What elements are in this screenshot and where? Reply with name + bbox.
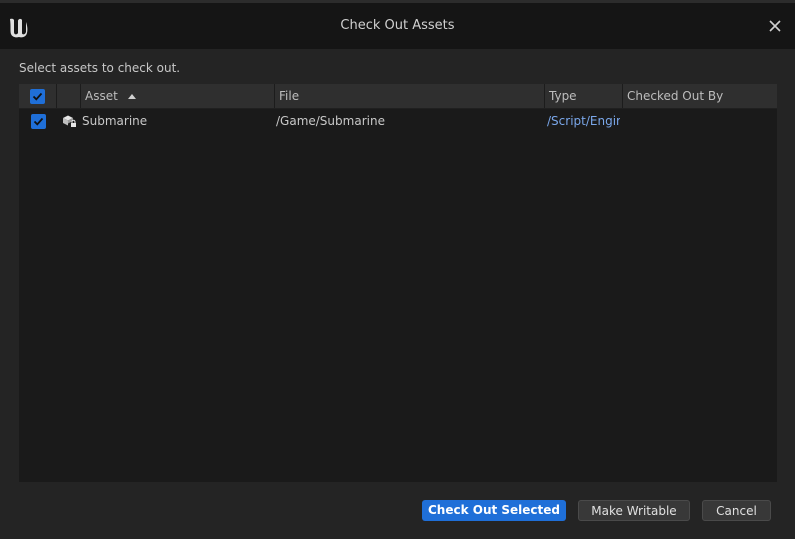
title-bar: Check Out Assets	[0, 6, 795, 46]
column-header-asset-label: Asset	[85, 89, 118, 103]
column-header-asset[interactable]: Asset	[81, 84, 275, 108]
close-icon	[769, 20, 781, 32]
table-row[interactable]: Submarine /Game/Submarine /Script/Engir	[19, 109, 777, 133]
cancel-button[interactable]: Cancel	[702, 500, 771, 521]
column-header-checked-out-by[interactable]: Checked Out By	[623, 84, 777, 108]
icon-column-header	[57, 84, 81, 108]
table-header: Asset File Type Checked Out By	[19, 84, 777, 109]
row-checkbox[interactable]	[30, 113, 46, 129]
row-checked-out-by	[627, 109, 775, 133]
column-header-type[interactable]: Type	[545, 84, 623, 108]
row-type-link[interactable]: /Script/Engir	[547, 109, 620, 133]
check-out-assets-dialog: Check Out Assets Select assets to check …	[0, 0, 795, 539]
check-out-selected-button[interactable]: Check Out Selected	[422, 500, 566, 521]
select-all-checkbox[interactable]	[30, 88, 45, 104]
row-icon-cell	[57, 109, 81, 133]
row-checkbox-cell	[19, 109, 57, 133]
assets-table: Asset File Type Checked Out By Submarine…	[19, 84, 777, 482]
checkmark-icon	[32, 92, 43, 101]
row-asset-name: Submarine	[82, 114, 148, 128]
select-all-column	[19, 84, 57, 108]
instruction-text: Select assets to check out.	[19, 61, 181, 75]
dialog-body: Select assets to check out. Asset File T…	[0, 49, 795, 539]
make-writable-button[interactable]: Make Writable	[578, 500, 690, 521]
checkmark-icon	[33, 117, 43, 126]
close-button[interactable]	[763, 14, 787, 38]
dialog-title: Check Out Assets	[340, 18, 455, 33]
row-file-path: /Game/Submarine	[276, 114, 385, 128]
asset-locked-icon	[63, 115, 76, 127]
column-header-file[interactable]: File	[275, 84, 545, 108]
sort-ascending-icon	[127, 94, 136, 99]
